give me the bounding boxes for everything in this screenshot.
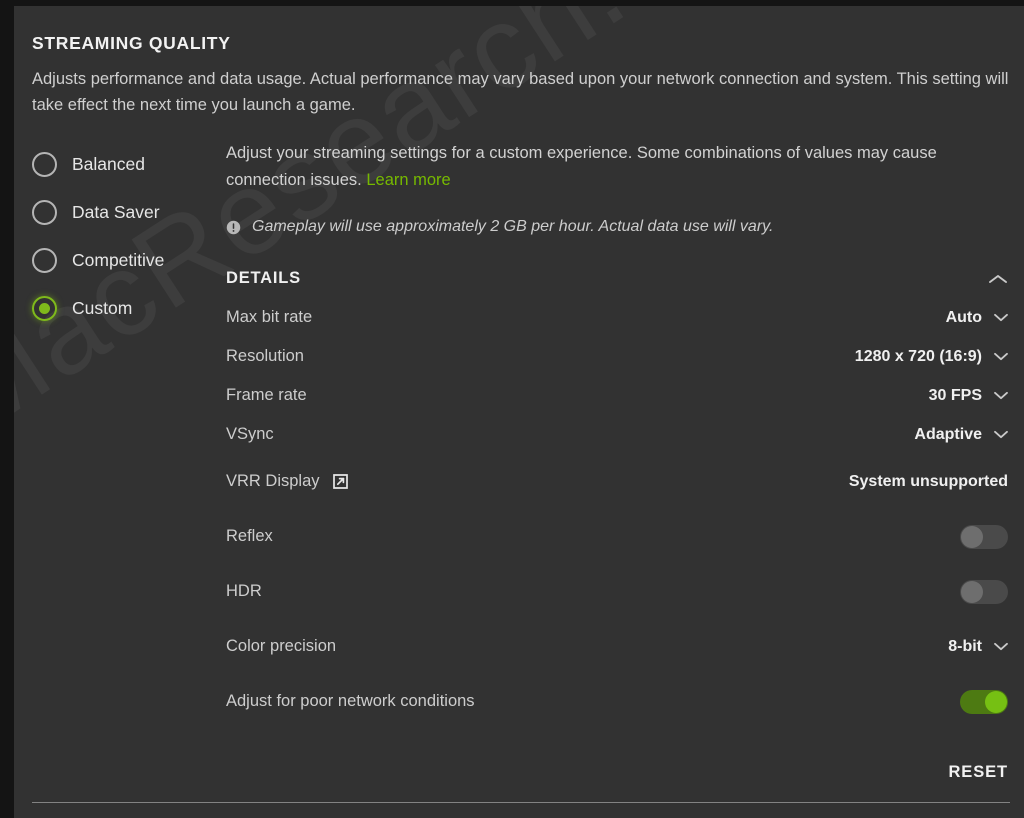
setting-value-frame-rate: 30 FPS bbox=[928, 386, 982, 404]
setting-dropdown-vsync[interactable]: Adaptive bbox=[914, 426, 1008, 444]
chevron-down-icon[interactable] bbox=[994, 313, 1008, 322]
chevron-up-icon[interactable] bbox=[988, 273, 1008, 285]
setting-label-color-precision: Color precision bbox=[226, 637, 337, 655]
custom-settings-column: Adjust your streaming settings for a cus… bbox=[226, 140, 1010, 782]
radio-option-data-saver[interactable]: Data Saver bbox=[32, 188, 232, 236]
page-title: STREAMING QUALITY bbox=[32, 33, 231, 53]
setting-toggle-adjust-poor-network[interactable] bbox=[960, 689, 1008, 714]
setting-row-resolution: Resolution 1280 x 720 (16:9) bbox=[226, 337, 1010, 376]
exclamation-circle-icon bbox=[226, 220, 241, 235]
radio-label-data-saver: Data Saver bbox=[72, 201, 160, 222]
setting-row-frame-rate: Frame rate 30 FPS bbox=[226, 376, 1010, 415]
setting-label-resolution: Resolution bbox=[226, 347, 304, 365]
reset-button[interactable]: RESET bbox=[948, 763, 1008, 782]
details-settings-list: Max bit rate Auto Resolution 1280 x 720 bbox=[226, 298, 1010, 729]
setting-label-vrr-display: VRR Display bbox=[226, 472, 349, 491]
setting-label-hdr: HDR bbox=[226, 582, 262, 600]
setting-value-max-bit-rate: Auto bbox=[945, 308, 982, 326]
chevron-down-icon[interactable] bbox=[994, 430, 1008, 439]
quality-mode-radio-group: Balanced Data Saver Competitive Custom bbox=[32, 140, 232, 332]
setting-dropdown-resolution[interactable]: 1280 x 720 (16:9) bbox=[855, 348, 1008, 366]
details-section-header[interactable]: DETAILS bbox=[226, 269, 1010, 288]
chevron-down-icon[interactable] bbox=[994, 352, 1008, 361]
radio-icon-balanced[interactable] bbox=[32, 151, 57, 177]
data-usage-note: Gameplay will use approximately 2 GB per… bbox=[226, 216, 1010, 238]
setting-row-color-precision: Color precision 8-bit bbox=[226, 619, 1010, 674]
radio-label-balanced: Balanced bbox=[72, 153, 145, 174]
radio-label-custom: Custom bbox=[72, 297, 133, 318]
reset-row: RESET bbox=[226, 763, 1010, 782]
setting-label-frame-rate: Frame rate bbox=[226, 386, 307, 404]
toggle-knob bbox=[985, 690, 1007, 713]
setting-row-vsync: VSync Adaptive bbox=[226, 415, 1010, 454]
details-title: DETAILS bbox=[226, 269, 301, 287]
radio-option-competitive[interactable]: Competitive bbox=[32, 236, 232, 284]
setting-value-vsync: Adaptive bbox=[914, 425, 982, 443]
setting-value-vrr-display: System unsupported bbox=[848, 472, 1008, 490]
setting-value-resolution: 1280 x 720 (16:9) bbox=[854, 347, 982, 365]
setting-dropdown-frame-rate[interactable]: 30 FPS bbox=[929, 387, 1008, 405]
radio-option-balanced[interactable]: Balanced bbox=[32, 140, 232, 188]
custom-description: Adjust your streaming settings for a cus… bbox=[226, 140, 986, 194]
setting-row-vrr-display: VRR Display System unsupported bbox=[226, 454, 1010, 509]
setting-dropdown-color-precision[interactable]: 8-bit bbox=[948, 638, 1008, 656]
learn-more-link[interactable]: Learn more bbox=[366, 171, 450, 189]
radio-icon-data-saver[interactable] bbox=[32, 199, 57, 225]
external-link-icon[interactable] bbox=[332, 473, 349, 490]
setting-row-max-bit-rate: Max bit rate Auto bbox=[226, 298, 1010, 337]
bottom-divider bbox=[32, 802, 1010, 803]
setting-row-reflex: Reflex bbox=[226, 509, 1010, 564]
setting-row-hdr: HDR bbox=[226, 564, 1010, 619]
setting-row-adjust-poor-network: Adjust for poor network conditions bbox=[226, 674, 1010, 729]
custom-description-text: Adjust your streaming settings for a cus… bbox=[226, 144, 937, 189]
setting-toggle-reflex[interactable] bbox=[960, 524, 1008, 549]
setting-label-adjust-poor-network: Adjust for poor network conditions bbox=[226, 692, 475, 710]
setting-toggle-hdr[interactable] bbox=[960, 579, 1008, 604]
radio-option-custom[interactable]: Custom bbox=[32, 284, 232, 332]
radio-icon-competitive[interactable] bbox=[32, 247, 57, 273]
chevron-down-icon[interactable] bbox=[994, 391, 1008, 400]
chevron-down-icon[interactable] bbox=[994, 642, 1008, 651]
streaming-quality-screen: MacResearch.org STREAMING QUALITY Adjust… bbox=[0, 0, 1024, 818]
setting-label-text-vrr-display: VRR Display bbox=[226, 472, 320, 490]
setting-label-reflex: Reflex bbox=[226, 527, 273, 545]
section-description: Adjusts performance and data usage. Actu… bbox=[32, 70, 1009, 114]
setting-label-vsync: VSync bbox=[226, 425, 274, 443]
setting-label-max-bit-rate: Max bit rate bbox=[226, 308, 313, 326]
radio-icon-custom[interactable] bbox=[32, 295, 57, 321]
setting-value-color-precision: 8-bit bbox=[948, 637, 982, 655]
toggle-knob bbox=[961, 525, 983, 548]
settings-panel: MacResearch.org STREAMING QUALITY Adjust… bbox=[14, 6, 1024, 818]
toggle-knob bbox=[961, 580, 983, 603]
radio-label-competitive: Competitive bbox=[72, 249, 165, 270]
data-usage-note-text: Gameplay will use approximately 2 GB per… bbox=[252, 218, 774, 235]
setting-dropdown-max-bit-rate[interactable]: Auto bbox=[946, 309, 1008, 327]
